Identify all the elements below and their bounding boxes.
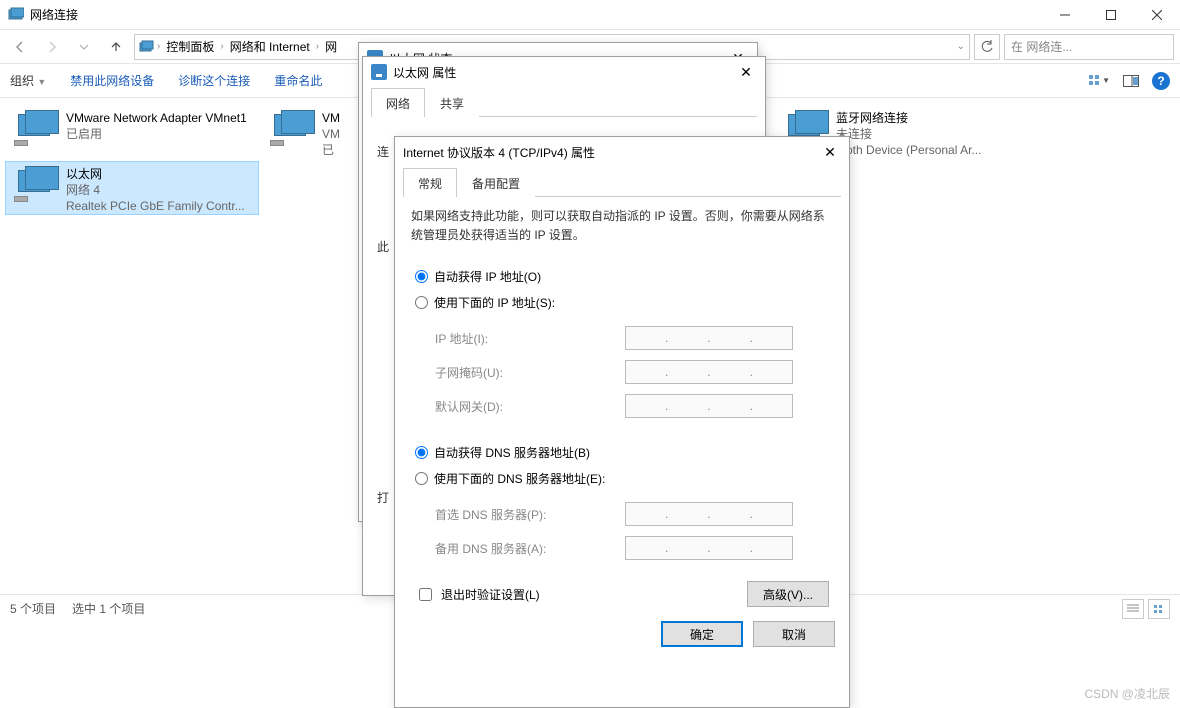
connection-status: 已启用	[66, 126, 247, 142]
default-gateway-label: 默认网关(D):	[435, 398, 625, 415]
connection-device: tooth Device (Personal Ar...	[836, 142, 981, 158]
tab-strip: 网络 共享	[371, 87, 757, 117]
item-count: 5 个项目	[10, 600, 56, 617]
close-button[interactable]	[1134, 0, 1180, 30]
refresh-button[interactable]	[974, 34, 1000, 60]
radio-auto-dns-label: 自动获得 DNS 服务器地址(B)	[434, 444, 590, 461]
help-button[interactable]: ?	[1152, 72, 1170, 90]
maximize-button[interactable]	[1088, 0, 1134, 30]
breadcrumb-segment[interactable]: 网	[321, 36, 341, 58]
network-adapter-icon	[10, 110, 58, 148]
breadcrumb-segment[interactable]: 网络和 Internet	[226, 36, 314, 58]
connection-name: 以太网	[66, 166, 245, 182]
disable-device-cmd[interactable]: 禁用此网络设备	[70, 72, 154, 89]
ip-address-label: IP 地址(I):	[435, 330, 625, 347]
advanced-button[interactable]: 高级(V)...	[747, 581, 829, 607]
default-gateway-input[interactable]: ...	[625, 394, 793, 418]
location-icon	[139, 39, 155, 55]
tab-sharing[interactable]: 共享	[425, 88, 479, 117]
connection-status: 未连接	[836, 126, 981, 142]
chevron-right-icon: ›	[316, 41, 319, 52]
radio-manual-dns[interactable]	[415, 472, 428, 485]
close-button[interactable]: ✕	[815, 137, 845, 167]
tab-network[interactable]: 网络	[371, 88, 425, 117]
connection-item-ethernet[interactable]: 以太网 网络 4 Realtek PCIe GbE Family Contr..…	[6, 162, 258, 214]
radio-manual-dns-label: 使用下面的 DNS 服务器地址(E):	[434, 470, 605, 487]
window-titlebar: 网络连接	[0, 0, 1180, 30]
radio-auto-ip[interactable]	[415, 270, 428, 283]
radio-manual-ip-label: 使用下面的 IP 地址(S):	[434, 294, 555, 311]
details-view-button[interactable]	[1122, 599, 1144, 619]
radio-auto-ip-label: 自动获得 IP 地址(O)	[434, 268, 541, 285]
alternate-dns-label: 备用 DNS 服务器(A):	[435, 540, 625, 557]
view-options-button[interactable]: ▼	[1088, 70, 1110, 92]
icons-view-button[interactable]	[1148, 599, 1170, 619]
preferred-dns-label: 首选 DNS 服务器(P):	[435, 506, 625, 523]
dialog-title: 以太网 属性	[393, 64, 456, 81]
window-title: 网络连接	[30, 6, 78, 23]
ipv4-description: 如果网络支持此功能，则可以获取自动指派的 IP 设置。否则，你需要从网络系统管理…	[411, 207, 833, 245]
subnet-mask-label: 子网掩码(U):	[435, 364, 625, 381]
subnet-mask-input[interactable]: ...	[625, 360, 793, 384]
radio-auto-dns[interactable]	[415, 446, 428, 459]
diagnose-cmd[interactable]: 诊断这个连接	[178, 72, 250, 89]
connection-name: VMware Network Adapter VMnet1	[66, 110, 247, 126]
close-button[interactable]: ✕	[731, 57, 761, 87]
minimize-button[interactable]	[1042, 0, 1088, 30]
dialog-title: Internet 协议版本 4 (TCP/IPv4) 属性	[403, 144, 595, 161]
tab-general[interactable]: 常规	[403, 168, 457, 197]
chevron-down-icon[interactable]: ⌄	[957, 41, 965, 52]
rename-cmd[interactable]: 重命名此	[274, 72, 322, 89]
validate-on-exit-label: 退出时验证设置(L)	[441, 586, 540, 603]
up-button[interactable]	[102, 33, 130, 61]
connection-status: 网络 4	[66, 182, 245, 198]
network-icon	[371, 64, 387, 80]
connection-device: 已	[322, 142, 340, 158]
selection-count: 选中 1 个项目	[72, 600, 145, 617]
network-adapter-icon	[266, 110, 314, 148]
connection-item[interactable]: VMware Network Adapter VMnet1 已启用	[6, 106, 258, 158]
ip-address-input[interactable]: ...	[625, 326, 793, 350]
watermark: CSDN @凌北辰	[1084, 685, 1170, 702]
alternate-dns-input[interactable]: ...	[625, 536, 793, 560]
tab-alternate[interactable]: 备用配置	[457, 168, 535, 197]
chevron-right-icon: ›	[220, 41, 223, 52]
breadcrumb-segment[interactable]: 控制面板	[162, 36, 218, 58]
cancel-button[interactable]: 取消	[753, 621, 835, 647]
connection-status: VM	[322, 126, 340, 142]
ipv4-properties-dialog: Internet 协议版本 4 (TCP/IPv4) 属性 ✕ 常规 备用配置 …	[394, 136, 850, 708]
connection-device: Realtek PCIe GbE Family Contr...	[66, 198, 245, 214]
back-button[interactable]	[6, 33, 34, 61]
preview-pane-button[interactable]	[1120, 70, 1142, 92]
chevron-right-icon: ›	[157, 41, 160, 52]
organize-menu[interactable]: 组织 ▼	[10, 72, 46, 89]
recent-dropdown[interactable]	[70, 33, 98, 61]
preferred-dns-input[interactable]: ...	[625, 502, 793, 526]
connection-name: 蓝牙网络连接	[836, 110, 981, 126]
forward-button[interactable]	[38, 33, 66, 61]
radio-manual-ip[interactable]	[415, 296, 428, 309]
validate-on-exit-checkbox[interactable]	[419, 588, 432, 601]
ok-button[interactable]: 确定	[661, 621, 743, 647]
app-icon	[8, 7, 24, 23]
tab-strip: 常规 备用配置	[403, 167, 841, 197]
connection-name: VM	[322, 110, 340, 126]
network-adapter-icon	[10, 166, 58, 204]
search-input[interactable]: 在 网络连...	[1004, 34, 1174, 60]
